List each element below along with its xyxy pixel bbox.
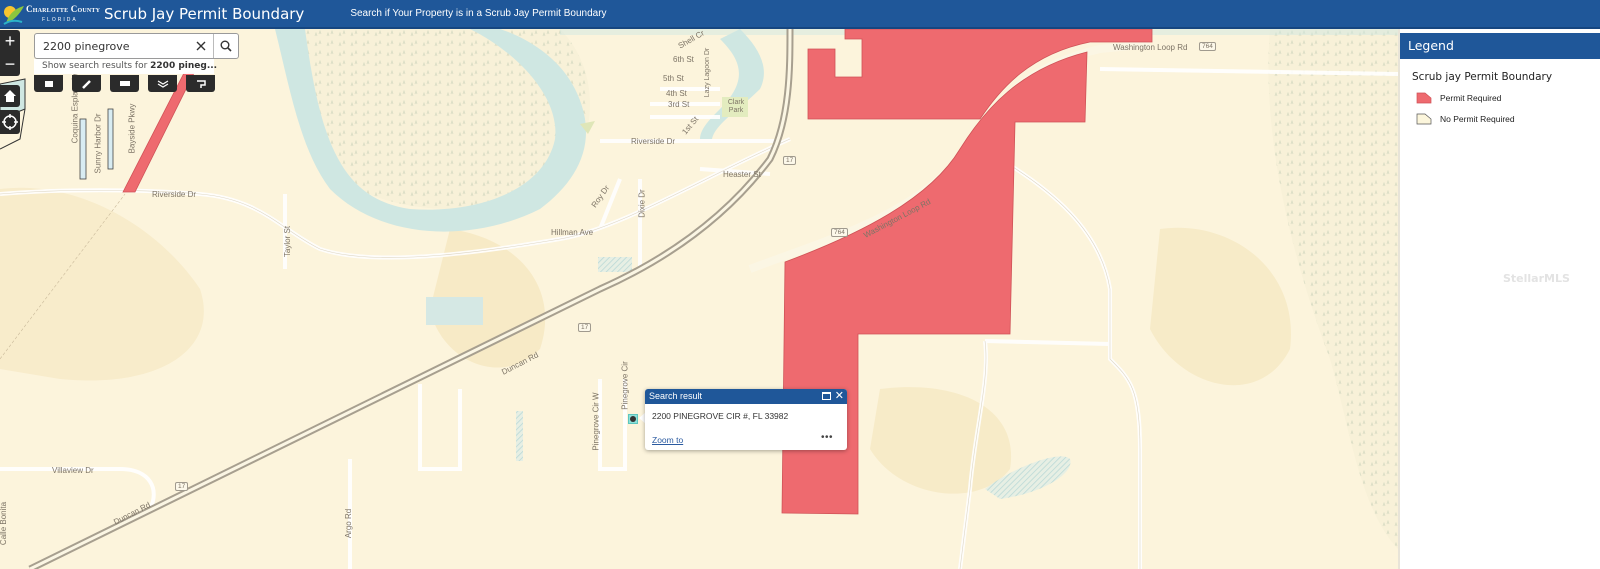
home-icon [4,90,16,102]
legend-panel: Legend Scrub jay Permit Boundary Permit … [1398,29,1600,569]
more-actions-icon[interactable]: ••• [821,432,833,443]
land-patch [0,187,204,381]
edit-button[interactable] [72,75,101,92]
sr764-shield-2: 764 [831,228,848,237]
app-header: Charlotte County FLORIDA Scrub Jay Permi… [0,0,1600,29]
search-suggestion[interactable]: Show search results for 2200 pineg... [34,59,218,74]
basemap-icon [44,80,53,87]
legend-item-label: Permit Required [1440,93,1502,103]
maximize-icon[interactable] [822,392,831,400]
close-icon[interactable]: ✕ [835,389,844,404]
zoom-control: + − [0,30,20,76]
map-label-sunny-harbor: Sunny Harbor Dr [93,113,103,174]
app-subtitle: Search if Your Property is in a Scrub Ja… [350,8,607,19]
locate-button[interactable] [0,110,20,134]
home-button[interactable] [0,85,20,107]
search-result-popup: Search result ✕ 2200 PINEGROVE CIR #, FL… [645,389,847,450]
suggestion-prefix: Show search results for [42,61,151,71]
popup-title: Search result [649,391,703,401]
map-label-argo-rd: Argo Rd [344,508,354,539]
land-patch [1150,227,1291,386]
locate-icon [2,114,18,130]
map-label-riverside-dr-west: Riverside Dr [152,190,197,199]
county-logo: Charlotte County FLORIDA [0,0,100,28]
permit-required-swatch-icon [1416,92,1432,104]
suggestion-term: 2200 pineg... [150,61,218,71]
zoom-to-link[interactable]: Zoom to [652,435,683,445]
zoom-in-button[interactable]: + [0,30,20,53]
map-label-lazy-lagoon: Lazy Lagoon Dr [704,47,712,98]
map-label-pinegrove-cir: Pinegrove Cir [620,361,630,410]
search-widget [34,33,239,59]
search-result-marker[interactable] [628,414,638,424]
map-label-4th-st: 4th St [666,89,687,98]
pond [426,297,483,325]
logo-state-text: FLORIDA [42,16,78,23]
map-label-6th-st: 6th St [673,55,694,64]
no-permit-swatch-icon [1416,113,1432,125]
popup-header: Search result ✕ [645,389,847,404]
us17-shield: 17 [783,156,797,165]
map-label-clark-park: Clark Park [727,99,745,114]
legend-header: Legend [1400,33,1600,59]
layers-icon [157,80,168,88]
zoom-out-button[interactable]: − [0,53,20,76]
land-patch [870,387,1012,494]
search-button[interactable] [213,34,238,58]
layers-button[interactable] [148,75,177,92]
marsh-area [1268,29,1398,549]
edit-icon [81,79,91,89]
map-label-bayside-pkwy: Bayside Pkwy [127,103,137,154]
us17-shield-3: 17 [175,482,189,491]
logo-county-text: Charlotte County [26,3,101,14]
clear-search-button[interactable] [189,34,213,58]
permit-required-polygon [807,29,1153,120]
map-label-dixie-dr: Dixie Dr [637,189,647,218]
map-label-riverside-dr: Riverside Dr [631,137,676,146]
print-icon [119,81,130,86]
map-label-3rd-st: 3rd St [668,100,690,109]
map-label-washington-loop: Washington Loop Rd [1113,43,1188,52]
legend-item-label: No Permit Required [1440,114,1515,124]
legend-item-no-permit-required: No Permit Required [1416,113,1600,125]
bookmark-button[interactable] [186,75,215,92]
map-label-calle-bonita: Calle Bonita [0,501,9,546]
popup-address: 2200 PINEGROVE CIR #, FL 33982 [652,411,789,421]
app-title: Scrub Jay Permit Boundary [104,4,305,23]
basemap-button[interactable] [34,75,63,92]
watermark: StellarMLS [1503,272,1570,285]
map-label-hillman-ave: Hillman Ave [551,228,594,237]
legend-item-permit-required: Permit Required [1416,92,1600,104]
search-input[interactable] [35,34,189,58]
print-button[interactable] [110,75,139,92]
map-view[interactable]: Shell Cr 6th St 5th St 4th St 3rd St 1st… [0,29,1398,569]
us17-shield-2: 17 [578,323,592,332]
map-label-pinegrove-cir-w: Pinegrove Cir W [591,392,601,451]
basemap [0,29,1398,569]
bookmark-icon [196,79,206,88]
map-label-5th-st: 5th St [663,74,684,83]
sun-leaf-icon [3,5,24,25]
legend-layer-title: Scrub jay Permit Boundary [1412,71,1553,83]
location-dot-icon [630,416,636,422]
sr764-shield: 764 [1199,42,1216,51]
map-toolbar [34,75,215,92]
map-label-taylor-st: Taylor St [283,225,293,258]
close-icon [196,41,206,51]
map-label-heaster-st: Heaster St [723,170,761,179]
search-icon [220,40,232,52]
map-label-villaview-dr: Villaview Dr [52,466,94,475]
